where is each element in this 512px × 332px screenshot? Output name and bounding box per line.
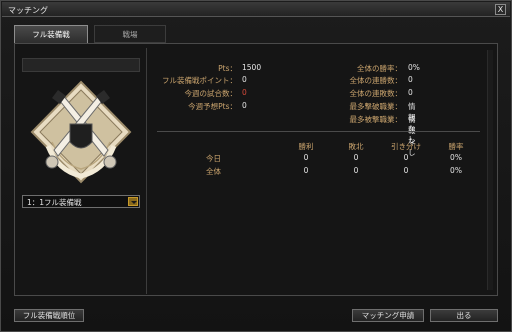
stat-label-win-rate: 全体の勝率： [357, 64, 402, 73]
stat-label-week-matches: 今週の試合数： [184, 89, 238, 98]
rank-header-box [22, 58, 140, 72]
stat-value-pts: 1500 [242, 63, 262, 72]
apply-matching-button[interactable]: マッチング申請 [352, 309, 424, 322]
stat-label-week-expected-pts: 今週予想Pts： [188, 102, 237, 111]
close-icon[interactable]: X [495, 4, 506, 15]
table-row-label: 今日 [206, 154, 221, 163]
exit-button[interactable]: 出る [430, 309, 498, 322]
stat-label-most-defeated-class: 最多撃破職業： [349, 102, 403, 111]
table-cell: 0 [353, 153, 359, 162]
stat-label-most-defeated-by-class: 最多被撃職業： [349, 115, 403, 124]
section-divider [157, 131, 480, 132]
stat-value-points: 0 [242, 75, 247, 84]
stat-value-win-rate: 0% [408, 63, 420, 72]
table-cell: 0 [353, 166, 359, 175]
stat-value-week-matches: 0 [242, 88, 247, 97]
stat-label-loss-streak: 全体の連敗数： [349, 89, 403, 98]
stat-value-loss-streak: 0 [408, 88, 413, 97]
table-header: 勝利 [298, 142, 314, 151]
scrollbar[interactable] [487, 50, 493, 290]
table-cell: 0 [403, 166, 409, 175]
tab-full-equipment-battle[interactable]: フル装備戦 [14, 25, 88, 43]
stat-label-points: フル装備戦ポイント： [162, 76, 237, 85]
stat-value-week-expected-pts: 0 [242, 101, 247, 110]
table-cell: 0 [303, 153, 309, 162]
ranking-button[interactable]: フル装備戦順位 [14, 309, 84, 322]
battle-type-value: 1：1フル装備戦 [27, 198, 82, 207]
table-header: 勝率 [448, 142, 464, 151]
rank-emblem-icon [30, 80, 132, 184]
table-header: 敗北 [348, 142, 364, 151]
stat-label-win-streak: 全体の連勝数： [349, 76, 403, 85]
table-cell: 0 [403, 153, 409, 162]
chevron-down-icon[interactable] [128, 197, 138, 206]
table-header: 引き分け [391, 142, 421, 151]
table-cell: 0 [303, 166, 309, 175]
tab-battlefield[interactable]: 戦場 [94, 25, 166, 43]
table-cell: 0% [450, 153, 462, 162]
window-title: マッチング [8, 6, 48, 15]
stat-value-win-streak: 0 [408, 75, 413, 84]
table-cell: 0% [450, 166, 462, 175]
battle-type-select[interactable]: 1：1フル装備戦 [22, 195, 140, 208]
title-bar[interactable]: マッチング X [2, 2, 510, 17]
table-row-label: 全体 [206, 167, 221, 176]
stat-label-pts: Pts： [218, 64, 237, 73]
